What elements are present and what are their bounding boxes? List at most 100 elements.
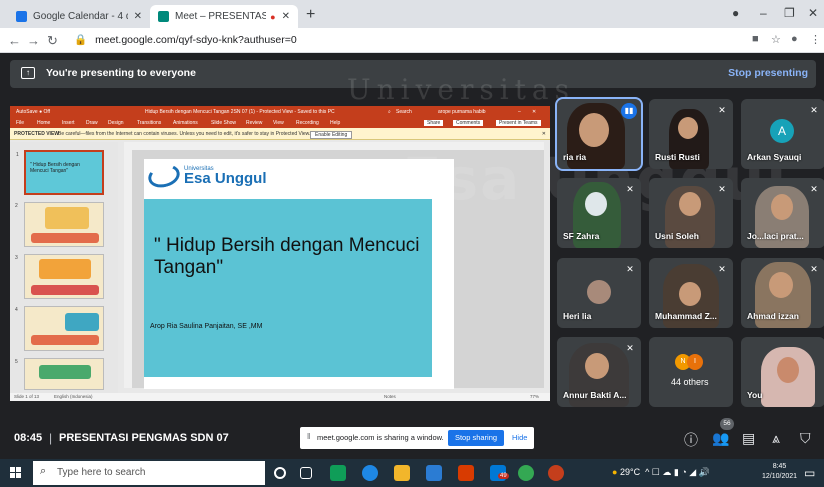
forward-arrow-icon[interactable]: → [27, 33, 40, 48]
menu-design[interactable]: Design [108, 120, 124, 126]
tray-icons[interactable]: ^ ☐ ☁ ▮ ◔ ◢ 🔊 [643, 467, 710, 477]
close-icon[interactable]: ✕ [532, 109, 536, 115]
menu-slide-show[interactable]: Slide Show [211, 120, 236, 126]
browser-tab-strip: Google Calendar - 4 days, startin ✕ Meet… [0, 0, 824, 28]
slide-thumbnail[interactable]: 4 [15, 306, 104, 351]
tab-google-meet[interactable]: Meet – PRESENTASI PENGM ● ✕ [150, 5, 298, 28]
windows-start-icon[interactable] [10, 467, 22, 479]
taskbar-clock[interactable]: 8:45 12/10/2021 [762, 462, 797, 482]
participant-tile-ahmad-izzan[interactable]: ✕ Ahmad izzan [741, 258, 824, 328]
share-button[interactable]: Share [424, 120, 444, 126]
participant-tile-sf-zahra[interactable]: ✕ SF Zahra [557, 178, 641, 248]
people-icon[interactable]: 👥 [712, 430, 729, 447]
mic-off-icon: ✕ [626, 184, 634, 194]
camera-icon[interactable]: ■ [752, 33, 759, 45]
protected-message: Be careful—files from the Internet can c… [58, 131, 311, 137]
mic-off-icon: ✕ [718, 105, 726, 115]
participant-tile-usni-soleh[interactable]: ✕ Usni Soleh [649, 178, 733, 248]
menu-transitions[interactable]: Transitions [137, 120, 161, 126]
menu-help[interactable]: Help [330, 120, 340, 126]
slide-count: Slide 1 of 13 [14, 394, 40, 399]
minimize-button[interactable]: – [760, 6, 767, 20]
stop-sharing-button[interactable]: Stop sharing [448, 430, 504, 446]
participant-tile-arkan-syauqi[interactable]: A ✕ Arkan Syauqi [741, 99, 824, 169]
participant-tile-others[interactable]: N I 44 others [649, 337, 733, 407]
enable-editing-button[interactable]: Enable Editing [310, 131, 353, 139]
thumbnail-title: " Hidup Bersih dengan Mencuci Tangan" [30, 162, 80, 174]
cortana-icon[interactable] [274, 467, 286, 479]
logo-name-text: Esa Unggul [184, 170, 267, 187]
menu-review[interactable]: Review [246, 120, 262, 126]
reload-icon[interactable]: ↻ [47, 33, 58, 49]
participant-tile-rusti-rusti[interactable]: ✕ Rusti Rusti [649, 99, 733, 169]
menu-dots-icon[interactable]: ⋮ [810, 33, 821, 46]
chrome-icon[interactable] [518, 465, 534, 481]
user-name: arope purnama habib [438, 109, 486, 115]
profile-icon[interactable]: ● [732, 6, 739, 20]
file-explorer-icon[interactable] [394, 465, 410, 481]
participant-tile-annur-bakti[interactable]: ✕ Annur Bakti A... [557, 337, 641, 407]
back-arrow-icon[interactable]: ← [8, 33, 21, 48]
slide-thumbnails-pane: 1 " Hidup Bersih dengan Mencuci Tangan" … [10, 142, 118, 394]
comments-button[interactable]: Comments [453, 120, 484, 126]
task-view-icon[interactable] [300, 467, 312, 479]
close-icon[interactable]: ✕ [542, 131, 546, 137]
autosave-label: AutoSave ● Off [16, 109, 51, 115]
zoom-level[interactable]: 77% [530, 394, 539, 399]
slide-thumbnail[interactable]: 3 [15, 254, 104, 299]
meet-bottom-bar: 08:45 | PRESENTASI PENGMAS SDN 07 ‖ meet… [0, 418, 824, 454]
avatar[interactable]: ● [791, 33, 798, 45]
office-icon[interactable] [458, 465, 474, 481]
slide-thumbnail[interactable]: 1 " Hidup Bersih dengan Mencuci Tangan" [16, 150, 104, 195]
stop-presenting-button[interactable]: Stop presenting [728, 67, 808, 79]
participant-name: Arkan Syauqi [747, 152, 802, 162]
participant-tile-muhammad-z[interactable]: ✕ Muhammad Z... [649, 258, 733, 328]
activities-icon[interactable]: ⩓ [772, 430, 780, 447]
slide-thumbnail[interactable]: 2 [15, 202, 104, 247]
hide-button[interactable]: Hide [512, 433, 527, 442]
mic-off-icon: ✕ [810, 184, 818, 194]
slide-thumbnail-graphic [31, 233, 99, 243]
notes-button[interactable]: Notes [384, 394, 396, 399]
close-window-button[interactable]: ✕ [808, 6, 818, 20]
edge-icon[interactable] [362, 465, 378, 481]
menu-draw[interactable]: Draw [86, 120, 98, 126]
restore-button[interactable]: ❐ [784, 6, 795, 20]
menu-insert[interactable]: Insert [62, 120, 75, 126]
info-icon[interactable]: ⓘ [684, 430, 698, 450]
menu-home[interactable]: Home [37, 120, 50, 126]
mic-off-icon: ✕ [718, 264, 726, 274]
minimize-icon[interactable]: – [518, 109, 521, 115]
chat-icon[interactable]: ▤ [742, 430, 755, 447]
close-icon[interactable]: ✕ [134, 11, 142, 22]
present-in-teams-button[interactable]: Present in Teams [496, 120, 541, 126]
clock-time: 8:45 [772, 463, 787, 470]
bookmark-star-icon[interactable]: ☆ [771, 33, 781, 46]
menu-recording[interactable]: Recording [296, 120, 319, 126]
search-label: Search [396, 109, 412, 115]
menu-animations[interactable]: Animations [173, 120, 198, 126]
close-icon[interactable]: ✕ [282, 11, 290, 22]
participant-tile-ria-ria[interactable]: ▮▮ ria ria [555, 97, 643, 171]
url-field[interactable]: 🔒 meet.google.com/qyf-sdyo-knk?authuser=0 [74, 33, 297, 46]
powerpoint-icon[interactable] [548, 465, 564, 481]
tab-google-calendar[interactable]: Google Calendar - 4 days, startin ✕ [8, 5, 150, 28]
meet-app-icon[interactable] [330, 465, 346, 481]
participant-name: ria ria [563, 152, 587, 162]
menu-view[interactable]: View [273, 120, 284, 126]
avatar: A [770, 119, 794, 143]
participant-tile-heri-lia[interactable]: ✕ Heri lia [557, 258, 641, 328]
participant-tile-you[interactable]: You [741, 337, 824, 407]
menu-file[interactable]: File [16, 120, 24, 126]
participant-tile-jolaci[interactable]: ✕ Jo...laci prat... [741, 178, 824, 248]
notification-icon[interactable]: ▭ [804, 466, 815, 480]
host-controls-icon[interactable]: ⛉ [800, 430, 811, 447]
new-tab-button[interactable]: + [306, 6, 315, 24]
taskbar-search-input[interactable]: ⌕ Type here to search [33, 461, 265, 485]
mic-off-icon: ✕ [810, 264, 818, 274]
pause-icon: ‖ [307, 432, 311, 441]
search-icon[interactable]: ⌕ [388, 109, 391, 115]
store-icon[interactable] [426, 465, 442, 481]
slide-thumbnail[interactable]: 5 [15, 358, 104, 390]
address-bar-row: ← → ↻ 🔒 meet.google.com/qyf-sdyo-knk?auth… [0, 28, 824, 53]
